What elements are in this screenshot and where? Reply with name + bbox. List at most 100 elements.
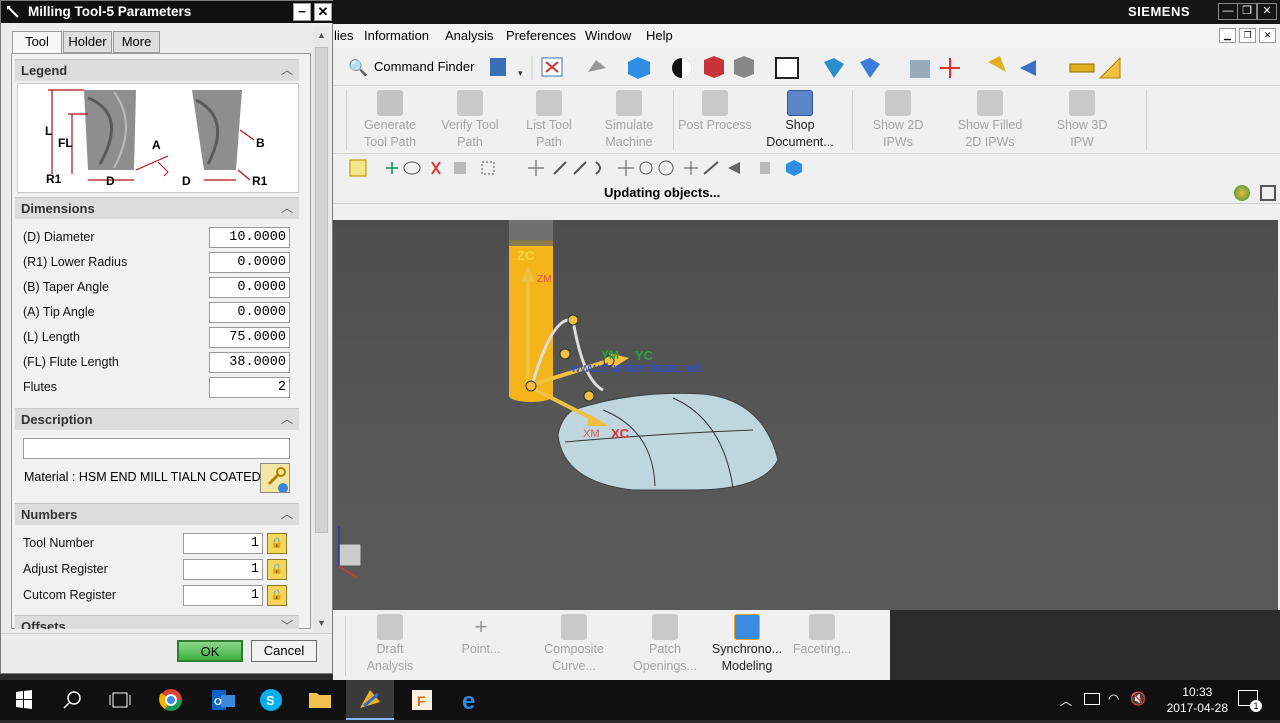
chevron-up-icon[interactable]: ︿ [279, 200, 295, 216]
tab-holder[interactable]: Holder [63, 31, 112, 53]
post-process-icon [702, 90, 728, 116]
dimensions-section-title: Dimensions [21, 201, 95, 216]
wifi-icon[interactable]: ◠ [1108, 691, 1119, 707]
simulate-machine-button[interactable]: Simulate Machine [594, 86, 664, 154]
menu-utilities[interactable]: lies [334, 28, 354, 43]
battery-icon[interactable] [1084, 693, 1100, 705]
lower-radius-input[interactable]: 0.0000 [209, 252, 290, 273]
shop-document-button[interactable]: Shop Document... [758, 86, 842, 154]
chevron-up-icon[interactable]: ︿ [279, 62, 295, 78]
chevron-up-icon[interactable]: ︿ [279, 506, 295, 522]
skype-taskbar-app[interactable]: S [247, 680, 295, 720]
file-explorer-taskbar-app[interactable] [296, 680, 344, 720]
cutcom-register-input[interactable]: 1 [183, 585, 263, 606]
length-input[interactable]: 75.0000 [209, 327, 290, 348]
ok-button[interactable]: OK [177, 640, 243, 662]
legend-section-header[interactable]: Legend ︿ [15, 59, 299, 81]
chrome-taskbar-app[interactable] [147, 680, 195, 720]
scroll-up-icon[interactable]: ▲ [313, 27, 330, 43]
chrome-icon [159, 689, 182, 711]
menu-analysis[interactable]: Analysis [445, 28, 493, 43]
foxit-taskbar-app[interactable]: F [398, 680, 446, 720]
list-tool-path-button[interactable]: List Tool Path [516, 86, 582, 154]
wrench-icon [267, 467, 288, 493]
search-button[interactable] [48, 680, 96, 720]
lower-radius-label: (R1) Lower Radius [23, 255, 128, 269]
numbers-section-title: Numbers [21, 507, 78, 522]
dialog-close-button[interactable]: ✕ [314, 3, 332, 21]
lock-icon[interactable]: 🔒 [267, 585, 287, 606]
faceting-icon [809, 614, 835, 640]
start-button[interactable] [0, 680, 48, 720]
cancel-button[interactable]: Cancel [251, 640, 317, 662]
lock-icon[interactable]: 🔒 [267, 533, 287, 554]
outlook-taskbar-app[interactable]: O [199, 680, 247, 720]
outlook-icon: O [212, 690, 235, 710]
composite-curve-button[interactable]: Composite Curve... [533, 610, 615, 678]
globe-icon[interactable] [1234, 185, 1250, 201]
tab-tool[interactable]: Tool [12, 31, 62, 54]
generate-tool-path-button[interactable]: Generate Tool Path [356, 86, 424, 154]
flute-length-input[interactable]: 38.0000 [209, 352, 290, 373]
command-finder-button[interactable]: 🔍 Command Finder [344, 56, 474, 78]
legend-label-l: L [45, 124, 53, 138]
lock-icon[interactable]: 🔒 [267, 559, 287, 580]
close-window-button[interactable]: ✕ [1257, 3, 1277, 20]
dialog-titlebar[interactable]: Milling Tool-5 Parameters − ✕ [1, 1, 334, 23]
chevron-up-icon[interactable]: ︿ [279, 411, 295, 427]
point-button[interactable]: + Point... [451, 610, 511, 678]
offsets-section-header[interactable]: Offsets ﹀ [15, 615, 299, 629]
draft-analysis-button[interactable]: Draft Analysis [353, 610, 427, 678]
axis-label-xc: XC [611, 426, 630, 441]
flutes-input[interactable]: 2 [209, 377, 290, 398]
diameter-input[interactable]: 10.0000 [209, 227, 290, 248]
dimensions-section-header[interactable]: Dimensions ︿ [15, 197, 299, 219]
model-scene[interactable] [333, 220, 1278, 610]
nx-taskbar-app[interactable] [346, 680, 394, 720]
menu-information[interactable]: Information [364, 28, 429, 43]
verify-tool-path-button[interactable]: Verify Tool Path [434, 86, 506, 154]
system-clock[interactable]: 10:33 2017-04-28 [1167, 684, 1228, 716]
windows-logo-icon [16, 690, 32, 709]
post-process-button[interactable]: Post Process [676, 86, 754, 154]
tray-chevron-icon[interactable]: ︿ [1060, 692, 1072, 709]
volume-muted-icon[interactable]: 🔇 [1130, 691, 1146, 707]
fit-view-icon[interactable] [1260, 185, 1276, 201]
tab-more[interactable]: More [113, 31, 160, 53]
edge-taskbar-app[interactable]: e [448, 680, 496, 720]
description-input[interactable] [23, 438, 290, 459]
tool-number-input[interactable]: 1 [183, 533, 263, 554]
tool-number-row: Tool Number 1 🔒 [23, 533, 295, 555]
show-3d-ipw-button[interactable]: Show 3D IPW [1050, 86, 1114, 154]
scroll-thumb[interactable] [315, 47, 328, 533]
minimize-button[interactable]: — [1218, 3, 1238, 20]
dialog-scrollbar[interactable]: ▲ ▼ [313, 27, 330, 633]
restore-doc-restore-icon[interactable]: ❐ [1239, 28, 1256, 43]
maximize-button[interactable]: ❐ [1237, 3, 1257, 20]
menu-help[interactable]: Help [646, 28, 673, 43]
show-2d-ipws-button[interactable]: Show 2D IPWs [866, 86, 930, 154]
restore-doc-close-icon[interactable]: ✕ [1259, 28, 1276, 43]
dialog-minimize-button[interactable]: − [293, 3, 311, 21]
description-section-header[interactable]: Description ︿ [15, 408, 299, 430]
scroll-down-icon[interactable]: ▼ [313, 615, 330, 631]
tip-angle-input[interactable]: 0.0000 [209, 302, 290, 323]
length-label: (L) Length [23, 330, 80, 344]
taper-angle-input[interactable]: 0.0000 [209, 277, 290, 298]
adjust-register-input[interactable]: 1 [183, 559, 263, 580]
patch-openings-button[interactable]: Patch Openings... [627, 610, 703, 678]
svg-text:F: F [417, 693, 426, 709]
restore-doc-minimize-icon[interactable]: ▁ [1219, 28, 1236, 43]
menu-window[interactable]: Window [585, 28, 631, 43]
menu-preferences[interactable]: Preferences [506, 28, 576, 43]
verify-tool-path-icon [457, 90, 483, 116]
material-library-button[interactable] [260, 463, 290, 493]
synchronous-modeling-button[interactable]: Synchrono... Modeling [707, 610, 787, 678]
graphics-viewport[interactable]: ZC ZM YM YC XM XC www.thundershare.net [333, 220, 1278, 610]
chevron-down-icon[interactable]: ﹀ [279, 618, 295, 629]
task-view-button[interactable] [96, 680, 144, 720]
show-filled-2d-ipws-button[interactable]: Show Filled 2D IPWs [950, 86, 1030, 154]
faceting-button[interactable]: Faceting... [789, 610, 855, 678]
numbers-section-header[interactable]: Numbers ︿ [15, 503, 299, 525]
selection-tool-icons [349, 159, 802, 177]
